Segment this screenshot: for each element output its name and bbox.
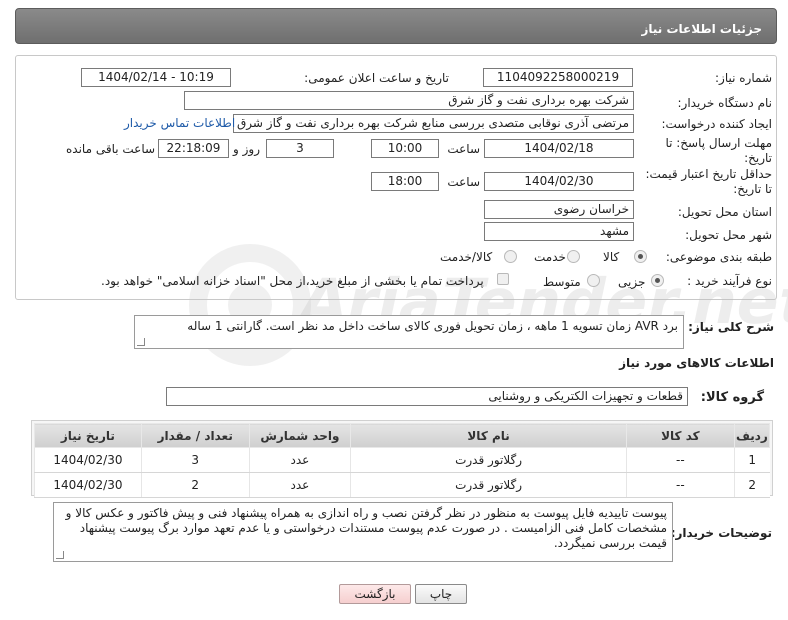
deadline-time-field[interactable]: 10:00 <box>371 139 439 158</box>
description-label: شرح کلی نیاز: <box>688 320 774 334</box>
category-option-goods: کالا <box>603 250 620 264</box>
need-number-field[interactable]: 1104092258000219 <box>483 68 633 87</box>
page-title: جزئیات اطلاعات نیاز <box>641 22 762 36</box>
buyer-org-field[interactable]: شرکت بهره برداری نفت و گاز شرق <box>184 91 634 110</box>
cell-unit: عدد <box>248 447 351 473</box>
remaining-time-field[interactable]: 22:18:09 <box>158 139 229 158</box>
deadline-label-line2: تاریخ: <box>744 151 772 165</box>
validity-label-line1: حداقل تاریخ اعتبار قیمت: <box>645 167 772 181</box>
province-field[interactable]: خراسان رضوی <box>484 200 634 219</box>
deadline-label-line1: مهلت ارسال پاسخ: تا <box>665 136 772 150</box>
buyer-contact-link[interactable]: اطلاعات تماس خریدار <box>124 116 235 130</box>
category-option-goods-service: کالا/خدمت <box>440 250 493 264</box>
cell-qty: 3 <box>140 447 250 473</box>
creator-label: ایجاد کننده درخواست: <box>661 117 772 131</box>
cell-qty: 2 <box>140 472 250 498</box>
category-radio-service[interactable] <box>567 250 580 263</box>
description-textarea[interactable]: برد AVR زمان تسویه 1 ماهه ، زمان تحویل ف… <box>134 315 684 349</box>
process-radio-medium[interactable] <box>587 274 600 287</box>
goods-group-label: گروه کالا: <box>700 390 764 405</box>
treasury-payment-note: پرداخت تمام یا بخشی از مبلغ خرید،از محل … <box>101 274 484 288</box>
buyer-notes-label: توضیحات خریدار: <box>670 526 772 540</box>
goods-group-field[interactable]: قطعات و تجهیزات الکتریکی و روشنایی <box>166 387 688 406</box>
cell-code: -- <box>625 472 735 498</box>
process-option-minor: جزیی <box>618 275 646 289</box>
cell-unit: عدد <box>248 472 351 498</box>
cell-date: 1404/02/30 <box>34 472 142 498</box>
creator-field[interactable]: مرتضی آذری نوقابی متصدی بررسی منابع شرکت… <box>233 114 634 133</box>
col-header-qty: تعداد / مقدار <box>140 423 250 448</box>
city-field[interactable]: مشهد <box>484 222 634 241</box>
category-label: طبقه بندی موضوعی: <box>665 250 772 264</box>
category-radio-goods-service[interactable] <box>504 250 517 263</box>
treasury-payment-checkbox[interactable] <box>497 273 509 285</box>
validity-date-field[interactable]: 1404/02/30 <box>484 172 634 191</box>
cell-row: 1 <box>733 447 770 473</box>
print-button[interactable]: چاپ <box>415 584 467 604</box>
col-header-name: نام کالا <box>350 423 627 448</box>
deadline-date-field[interactable]: 1404/02/18 <box>484 139 634 158</box>
col-header-row: ردیف <box>733 423 771 448</box>
col-header-unit: واحد شمارش <box>248 423 352 448</box>
validity-time-field[interactable]: 18:00 <box>371 172 439 191</box>
validity-time-label: ساعت <box>447 175 480 189</box>
table-header-row: ردیف کد کالا نام کالا واحد شمارش تعداد /… <box>34 423 771 448</box>
back-button[interactable]: بازگشت <box>339 584 411 604</box>
table-row[interactable]: 1 -- رگلاتور قدرت عدد 3 1404/02/30 <box>34 447 770 473</box>
buyer-notes-textarea[interactable]: پیوست تاییدیه فایل پیوست به منظور در نظر… <box>53 502 673 562</box>
process-option-medium: متوسط <box>543 275 581 289</box>
buyer-notes-text: پیوست تاییدیه فایل پیوست به منظور در نظر… <box>65 506 667 550</box>
cell-code: -- <box>625 447 735 473</box>
cell-date: 1404/02/30 <box>34 447 142 473</box>
cell-name: رگلاتور قدرت <box>350 472 627 498</box>
table-row[interactable]: 2 -- رگلاتور قدرت عدد 2 1404/02/30 <box>34 472 770 498</box>
days-label: روز و <box>233 142 260 156</box>
goods-section-title: اطلاعات کالاهای مورد نیاز <box>619 356 774 370</box>
col-header-date: تاریخ نیاز <box>34 423 142 448</box>
category-radio-goods[interactable] <box>634 250 647 263</box>
announce-field[interactable]: 1404/02/14 - 10:19 <box>81 68 231 87</box>
deadline-days-field[interactable]: 3 <box>266 139 334 158</box>
category-option-service: خدمت <box>534 250 566 264</box>
goods-table-container: ردیف کد کالا نام کالا واحد شمارش تعداد /… <box>31 420 773 498</box>
process-label: نوع فرآیند خرید : <box>687 274 772 288</box>
city-label: شهر محل تحویل: <box>685 228 772 242</box>
process-radio-minor[interactable] <box>651 274 664 287</box>
cell-name: رگلاتور قدرت <box>350 447 627 473</box>
announce-label: تاریخ و ساعت اعلان عمومی: <box>304 71 449 85</box>
cell-row: 2 <box>733 472 770 498</box>
page-header: جزئیات اطلاعات نیاز <box>15 8 777 44</box>
validity-label-line2: تا تاریخ: <box>733 182 772 196</box>
description-text: برد AVR زمان تسویه 1 ماهه ، زمان تحویل ف… <box>187 319 678 333</box>
goods-table: ردیف کد کالا نام کالا واحد شمارش تعداد /… <box>34 423 771 498</box>
remaining-label: ساعت باقی مانده <box>66 142 156 156</box>
buyer-org-label: نام دستگاه خریدار: <box>677 96 773 110</box>
need-number-label: شماره نیاز: <box>715 71 772 85</box>
province-label: استان محل تحویل: <box>677 205 772 219</box>
resize-grip-icon[interactable] <box>137 338 145 346</box>
resize-grip-icon[interactable] <box>56 551 64 559</box>
deadline-time-label: ساعت <box>447 142 480 156</box>
col-header-code: کد کالا <box>625 423 735 448</box>
